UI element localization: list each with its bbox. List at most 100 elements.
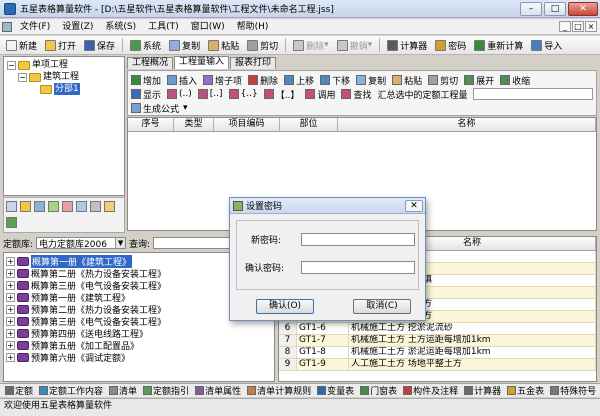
bottom-tab-4[interactable]: 清单属性 (193, 385, 243, 397)
toolbox-button-r2-0[interactable]: 显示 (131, 88, 161, 101)
menu-system[interactable]: 系统(S) (99, 20, 142, 34)
new-button[interactable]: 新建 (3, 37, 40, 53)
quota-book-node[interactable]: + 预算第五册《加工配置品》 (6, 339, 274, 352)
node-move-icon[interactable] (90, 201, 101, 212)
tab-project-overview[interactable]: 工程概况 (127, 57, 174, 69)
toolbox-button-6[interactable]: 复制 (356, 74, 386, 87)
collapse-icon[interactable]: − (18, 72, 27, 82)
quota-book-node[interactable]: + 预算第四册《送电线路工程》 (6, 327, 274, 340)
tab-quantity-input[interactable]: 工程量输入 (174, 56, 230, 69)
bottom-tab-0[interactable]: 定额 (3, 385, 35, 397)
cancel-button[interactable]: 取消(C) (353, 299, 411, 314)
menu-window[interactable]: 窗口(W) (185, 20, 231, 34)
bottom-tab-11[interactable]: 特殊符号 (548, 385, 598, 397)
quota-library-select[interactable]: 电力定额库2006 ▼ (36, 237, 127, 250)
expand-icon[interactable]: + (6, 256, 15, 266)
column-header[interactable]: 部位 (280, 118, 338, 131)
system-button[interactable]: 系统 (127, 37, 164, 53)
menu-tools[interactable]: 工具(T) (142, 20, 185, 34)
toolbox-button-10[interactable]: 收缩 (500, 74, 530, 87)
toolbox-button-1[interactable]: 插入 (167, 74, 197, 87)
toolbox-button-7[interactable]: 粘贴 (392, 74, 422, 87)
copy-node-icon[interactable] (34, 201, 45, 212)
table-row[interactable]: 8 GT1-8 机械施工土方 淤泥运距每增加1km (279, 347, 596, 359)
menu-help[interactable]: 帮助(H) (231, 20, 275, 34)
tree-node-building[interactable]: − 建筑工程 (7, 71, 124, 83)
bottom-tab-9[interactable]: 计算器 (462, 385, 503, 397)
expand-icon[interactable]: + (6, 292, 15, 302)
minimize-button[interactable]: – (520, 1, 542, 16)
column-header[interactable]: 类型 (174, 118, 214, 131)
dialog-close-button[interactable]: ✕ (405, 199, 423, 212)
cut-button[interactable]: 剪切 (244, 37, 281, 53)
delete-node-icon[interactable] (6, 201, 17, 212)
close-button[interactable]: ✕ (568, 1, 598, 16)
expand-icon[interactable]: + (6, 316, 15, 326)
toolbox-button-r2-6[interactable]: 查找 (341, 88, 371, 101)
chevron-down-icon[interactable]: ▼ (115, 238, 126, 248)
expand-icon[interactable]: + (6, 304, 15, 314)
undo-button[interactable]: 撤销 ▾ (334, 37, 376, 53)
bottom-tab-1[interactable]: 定额工作内容 (37, 385, 105, 397)
node-excel-icon[interactable] (6, 216, 17, 228)
menu-file[interactable]: 文件(F) (14, 20, 56, 34)
save-button[interactable]: 保存 (81, 37, 118, 53)
expand-icon[interactable]: + (6, 268, 15, 278)
maximize-button[interactable]: □ (544, 1, 566, 16)
mdi-close-button[interactable]: × (585, 21, 597, 32)
toolbox-button-4[interactable]: 上移 (284, 74, 314, 87)
copy-button[interactable]: 复制 (166, 37, 203, 53)
mdi-restore-button[interactable]: □ (572, 21, 584, 32)
confirm-password-input[interactable] (301, 261, 415, 274)
toolbox-button-3[interactable]: 删除 (248, 74, 278, 87)
bottom-tab-6[interactable]: 变量表 (315, 385, 356, 397)
summarize-field[interactable] (473, 88, 593, 100)
node-down-icon[interactable] (76, 201, 87, 212)
table-row[interactable]: 7 GT1-7 机械施工土方 土方运距每增加1km (279, 335, 596, 347)
table-row[interactable]: 6 GT1-6 机械施工土方 挖淤泥流砂 (279, 323, 596, 335)
toolbox-button-8[interactable]: 剪切 (428, 74, 458, 87)
column-header[interactable]: 项目编码 (214, 118, 280, 131)
expand-icon[interactable]: + (6, 280, 15, 290)
expand-icon[interactable]: + (6, 352, 15, 362)
confirm-button[interactable]: 确认(O) (256, 299, 314, 314)
paste-button[interactable]: 粘贴 (205, 37, 242, 53)
bottom-tab-2[interactable]: 清单 (107, 385, 139, 397)
toolbox-button-2[interactable]: 增子项 (203, 74, 242, 87)
quota-book-node[interactable]: + 预算第六册《调试定额》 (6, 351, 274, 364)
node-up-icon[interactable] (62, 201, 73, 212)
toolbox-button-r2-4[interactable]: 【..】 (263, 88, 299, 101)
password-button[interactable]: 密码 (432, 37, 469, 53)
bottom-tab-5[interactable]: 清单计算规则 (245, 385, 313, 397)
expand-icon[interactable]: + (6, 340, 15, 350)
bottom-tab-10[interactable]: 五金表 (505, 385, 546, 397)
paste-node-icon[interactable] (48, 201, 59, 212)
mdi-minimize-button[interactable]: _ (559, 21, 571, 32)
menu-settings[interactable]: 设置(Z) (56, 20, 99, 34)
new-password-input[interactable] (301, 233, 415, 246)
node-export-icon[interactable] (104, 201, 115, 212)
recalc-button[interactable]: 重新计算 (471, 37, 526, 53)
toolbox-button-9[interactable]: 展开 (464, 74, 494, 87)
expand-icon[interactable]: + (6, 328, 15, 338)
toolbox-button-r2-1[interactable]: (..) (167, 89, 192, 99)
toolbox-button-r2-2[interactable]: [..] (197, 89, 223, 99)
collapse-icon[interactable]: − (7, 60, 16, 70)
delete-button[interactable]: 删除 ▾ (290, 37, 332, 53)
column-header[interactable]: 序号 (128, 118, 174, 131)
column-header[interactable]: 名称 (338, 118, 596, 131)
generate-formula-button[interactable]: 生成公式 ▾ (131, 102, 188, 115)
toolbox-button-5[interactable]: 下移 (320, 74, 350, 87)
bottom-tab-8[interactable]: 构件及注释 (401, 385, 460, 397)
add-node-icon[interactable] (20, 201, 31, 212)
table-row[interactable]: 9 GT1-9 人工施工土方 场地平整土方 (279, 359, 596, 371)
tree-node-section[interactable]: 分部1 (7, 83, 124, 95)
bottom-tab-3[interactable]: 定额指引 (141, 385, 191, 397)
toolbox-button-0[interactable]: 增加 (131, 74, 161, 87)
bottom-tab-7[interactable]: 门窗表 (358, 385, 399, 397)
open-button[interactable]: 打开 (42, 37, 79, 53)
tab-report-print[interactable]: 报表打印 (230, 57, 277, 69)
calculator-button[interactable]: 计算器 (384, 37, 430, 53)
tree-node-project[interactable]: − 单项工程 (7, 59, 124, 71)
toolbox-button-r2-5[interactable]: 调用 (305, 88, 335, 101)
